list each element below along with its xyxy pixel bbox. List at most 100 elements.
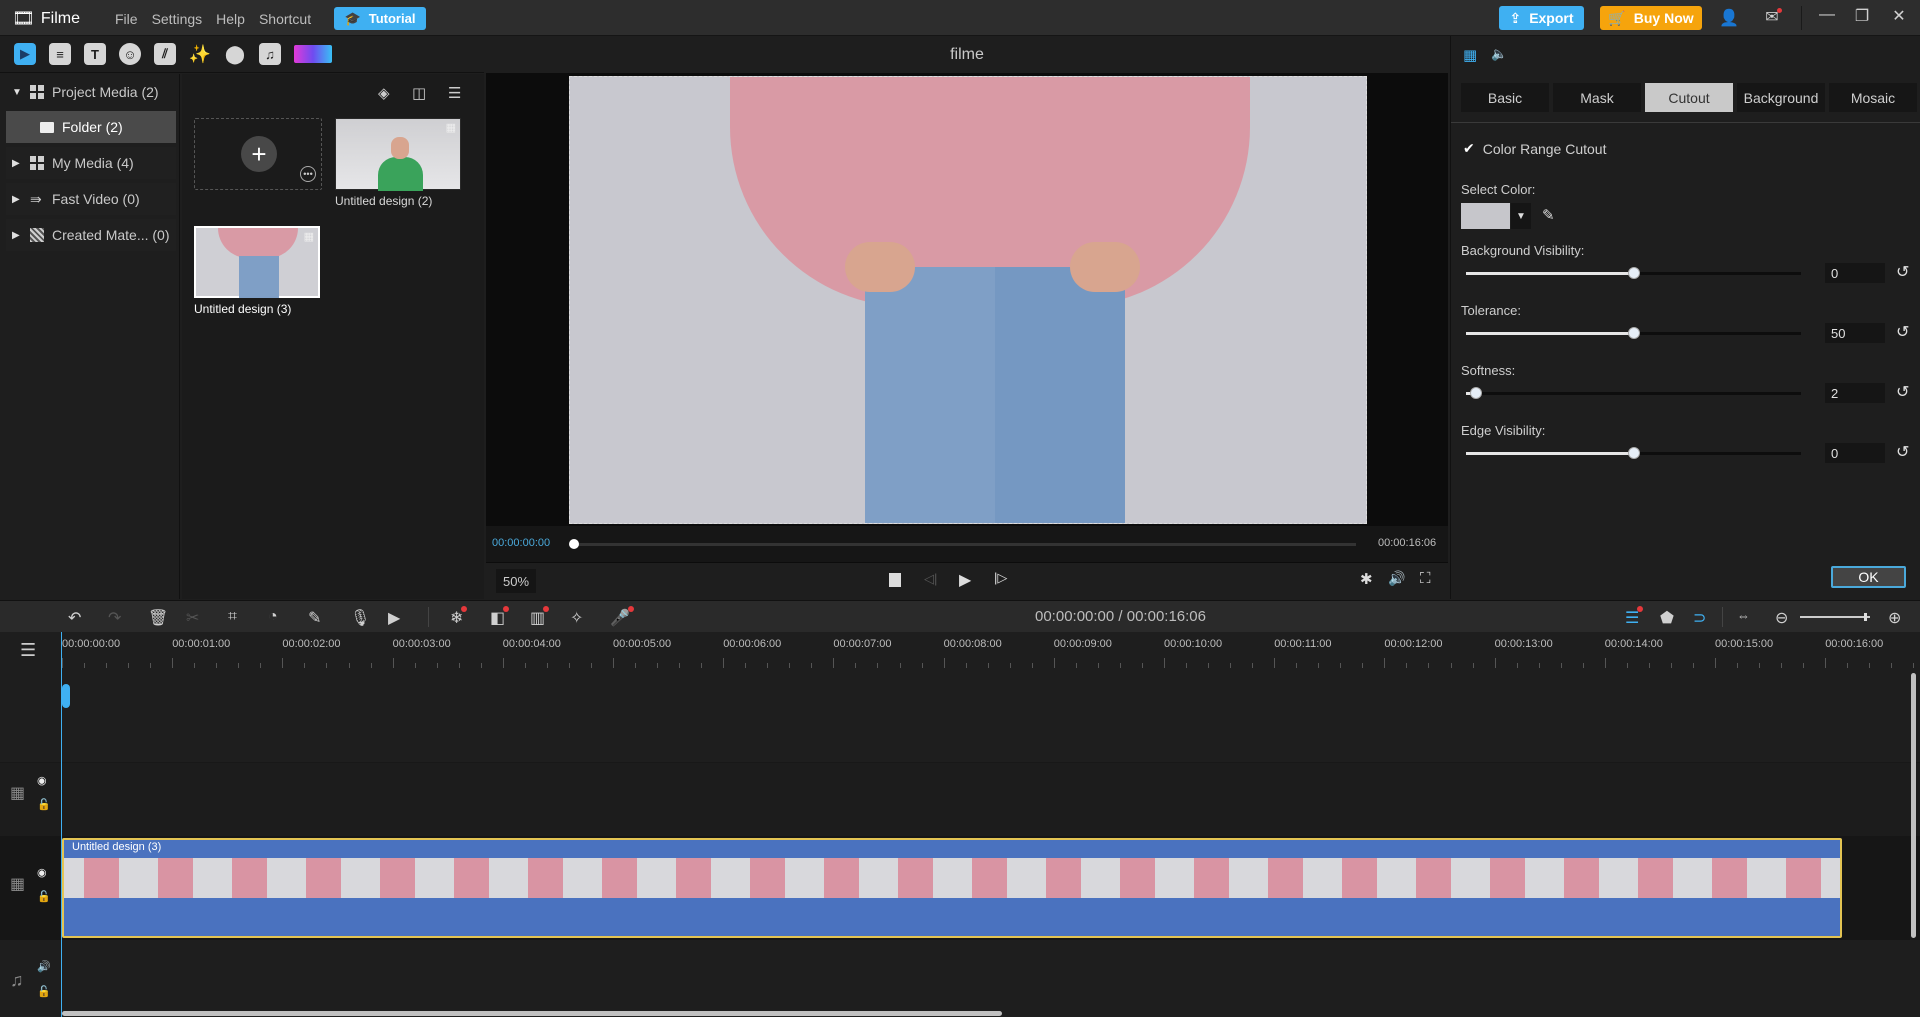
columns-icon[interactable]: ◫ xyxy=(412,84,426,102)
fullscreen-icon[interactable]: ⛶ xyxy=(1420,570,1431,587)
tree-item-my-media[interactable]: ▶ My Media (4) xyxy=(6,147,176,179)
freeze-icon[interactable]: ❄ xyxy=(450,606,468,628)
account-icon[interactable]: 👤 xyxy=(1717,8,1741,28)
color-dropdown-icon[interactable]: ▼ xyxy=(1511,203,1531,229)
eye-icon[interactable]: ◉ xyxy=(37,866,47,879)
marker-icon[interactable]: ⬟ xyxy=(1660,608,1674,628)
unlock-icon[interactable]: 🔓 xyxy=(37,985,51,998)
slider-track[interactable] xyxy=(1466,267,1801,279)
tree-item-folder[interactable]: Folder (2) xyxy=(6,111,176,143)
reset-icon[interactable]: ↺ xyxy=(1896,322,1909,342)
sticker-icon[interactable]: ☺ xyxy=(119,43,141,65)
effects-icon[interactable]: ✨ xyxy=(189,43,211,65)
unlock-icon[interactable]: 🔓 xyxy=(37,798,51,811)
filters-icon[interactable]: ⬤ xyxy=(224,43,246,65)
settings-icon[interactable]: ✱ xyxy=(1360,570,1373,588)
vertical-scrollbar[interactable] xyxy=(1911,673,1916,938)
ok-button[interactable]: OK xyxy=(1831,566,1906,588)
slider-value-input[interactable]: 0 xyxy=(1825,443,1885,463)
color-swatch[interactable] xyxy=(1461,203,1510,229)
restore-icon[interactable]: ❐ xyxy=(1850,6,1874,26)
slider-handle[interactable] xyxy=(1627,327,1640,339)
video-canvas[interactable] xyxy=(569,76,1367,524)
edit-icon[interactable]: ✎ xyxy=(308,608,321,628)
files-icon[interactable]: ≡ xyxy=(49,43,71,65)
volume-icon[interactable]: 🔊 xyxy=(37,960,51,973)
slider-value-input[interactable]: 0 xyxy=(1825,263,1885,283)
tree-item-fast-video[interactable]: ▶ ⇛ Fast Video (0) xyxy=(6,183,176,215)
playhead[interactable] xyxy=(61,632,62,1017)
tutorial-button[interactable]: 🎓 Tutorial xyxy=(334,7,426,30)
slider-track[interactable] xyxy=(1466,447,1801,459)
mosaic-icon[interactable]: ◧ xyxy=(490,606,510,628)
hamburger-menu-icon[interactable]: ☰ xyxy=(20,640,36,661)
media-item[interactable]: ▦ Untitled design (2) xyxy=(335,118,461,208)
zoom-slider-handle[interactable] xyxy=(1864,613,1868,621)
zoom-level[interactable]: 50% xyxy=(496,569,536,593)
menu-file[interactable]: File xyxy=(115,11,138,27)
tab-basic[interactable]: Basic xyxy=(1461,83,1549,112)
slider-handle[interactable] xyxy=(1470,387,1483,399)
reset-icon[interactable]: ↺ xyxy=(1896,442,1909,462)
prev-frame-icon[interactable]: ◁| xyxy=(924,571,937,587)
menu-settings[interactable]: Settings xyxy=(152,11,203,27)
speed-icon[interactable]: ◔ xyxy=(268,608,278,626)
fit-timeline-icon[interactable]: ⇔ xyxy=(1737,608,1750,623)
microphone-icon[interactable]: 🎙 xyxy=(350,608,370,628)
record-icon[interactable]: ▶ xyxy=(388,608,400,628)
tree-item-project-media[interactable]: ▼ Project Media (2) xyxy=(6,76,176,108)
sort-icon[interactable]: ☰ xyxy=(448,84,461,102)
zoom-out-icon[interactable]: ⊖ xyxy=(1775,608,1788,628)
color-range-cutout-checkbox[interactable]: ✔ Color Range Cutout xyxy=(1463,140,1606,157)
slider-handle[interactable] xyxy=(1627,447,1640,459)
plus-icon[interactable]: + xyxy=(241,136,277,172)
seek-handle[interactable] xyxy=(569,539,579,549)
magic-wand-icon[interactable]: ✧ xyxy=(570,608,583,628)
playhead-handle[interactable] xyxy=(62,684,70,708)
more-icon[interactable]: ••• xyxy=(300,166,316,182)
layers-icon[interactable]: ◈ xyxy=(378,84,390,102)
undo-icon[interactable]: ↶ xyxy=(68,608,81,628)
slider-value-input[interactable]: 50 xyxy=(1825,323,1885,343)
split-screen-icon[interactable]: ▥ xyxy=(530,606,550,628)
menu-shortcut[interactable]: Shortcut xyxy=(259,11,311,27)
buy-now-button[interactable]: 🛒 Buy Now xyxy=(1600,6,1702,30)
slider-track[interactable] xyxy=(1466,387,1801,399)
split-icon[interactable]: ✂ xyxy=(186,608,199,628)
crop-icon[interactable]: ⌗ xyxy=(228,608,237,626)
play-icon[interactable]: ▶ xyxy=(959,570,971,590)
video-properties-icon[interactable]: ▦ xyxy=(1463,46,1477,64)
minimize-icon[interactable]: — xyxy=(1815,6,1839,24)
snap-magnet-icon[interactable]: ⊃ xyxy=(1693,608,1706,628)
timeline-zoom-slider[interactable] xyxy=(1800,613,1870,621)
tab-mask[interactable]: Mask xyxy=(1553,83,1641,112)
text-icon[interactable]: T xyxy=(84,43,106,65)
volume-icon[interactable]: 🔊 xyxy=(1388,570,1405,587)
seek-bar[interactable] xyxy=(569,539,1356,549)
horizontal-scrollbar[interactable] xyxy=(62,1011,1002,1016)
media-icon[interactable]: ▶ xyxy=(14,43,36,65)
slider-track[interactable] xyxy=(1466,327,1801,339)
close-icon[interactable]: ✕ xyxy=(1887,6,1911,26)
next-frame-icon[interactable]: |▷ xyxy=(994,570,1007,586)
media-item[interactable]: ▦ Untitled design (3) xyxy=(194,226,320,316)
import-media-box[interactable]: + ••• xyxy=(194,118,322,190)
slider-value-input[interactable]: 2 xyxy=(1825,383,1885,403)
tab-background[interactable]: Background xyxy=(1737,83,1825,112)
transition-icon[interactable]: ⫽ xyxy=(154,43,176,65)
delete-icon[interactable]: 🗑 xyxy=(148,608,168,628)
eyedropper-icon[interactable]: ✎ xyxy=(1542,206,1555,224)
menu-help[interactable]: Help xyxy=(216,11,245,27)
mail-icon[interactable]: ✉ xyxy=(1760,7,1784,27)
export-button[interactable]: ⇪ Export xyxy=(1499,6,1584,30)
zoom-in-icon[interactable]: ⊕ xyxy=(1888,608,1901,628)
track-manager-icon[interactable]: ☰ xyxy=(1625,606,1644,628)
redo-icon[interactable]: ↷ xyxy=(108,608,121,628)
tab-mosaic[interactable]: Mosaic xyxy=(1829,83,1917,112)
timeline-clip[interactable]: Untitled design (3) xyxy=(62,838,1842,938)
slider-handle[interactable] xyxy=(1627,267,1640,279)
reset-icon[interactable]: ↺ xyxy=(1896,382,1909,402)
audio-properties-icon[interactable]: 🔈 xyxy=(1491,46,1507,62)
timeline-ruler[interactable]: 00:00:00:00 00:00:01:00 00:00:02:00 00:00:0… xyxy=(62,632,1920,670)
text-to-speech-icon[interactable]: 🎤 xyxy=(610,606,634,628)
